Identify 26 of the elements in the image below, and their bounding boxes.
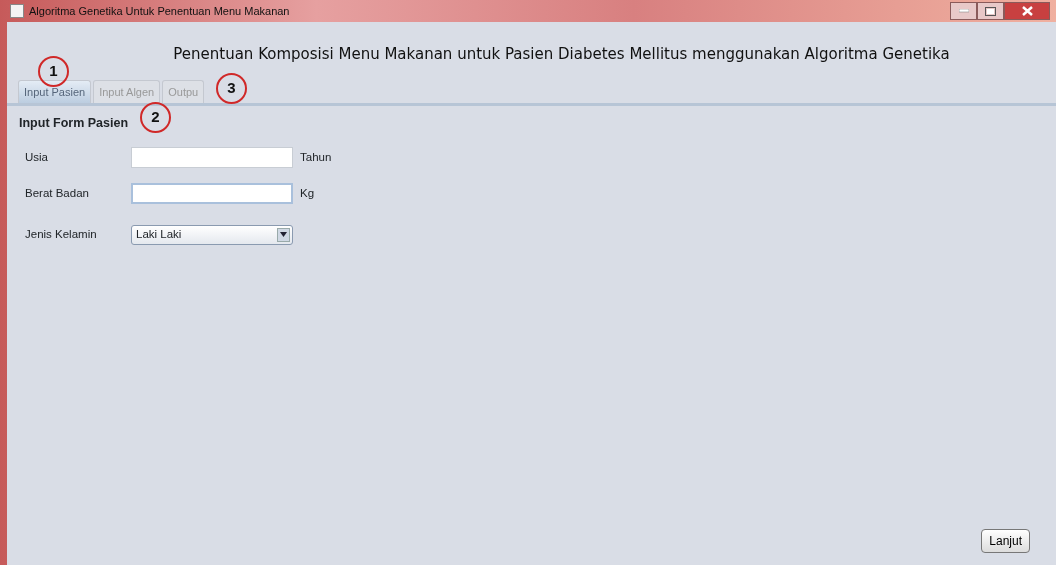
input-field[interactable] xyxy=(131,182,293,204)
close-button[interactable] xyxy=(1004,2,1050,20)
annotation-circle: 3 xyxy=(216,73,247,104)
unit-label: Kg xyxy=(300,185,315,201)
field-label: Jenis Kelamin xyxy=(25,227,98,243)
caret-icon xyxy=(277,227,290,242)
field-label: Berat Badan xyxy=(25,185,90,201)
input-field[interactable] xyxy=(131,146,293,168)
minimize-button[interactable] xyxy=(950,2,977,20)
next-button[interactable]: Lanjut xyxy=(981,529,1030,553)
window-title: Algoritma Genetika Untuk Penentuan Menu Makanan xyxy=(29,3,290,19)
dropdown[interactable]: Laki Laki xyxy=(131,224,293,245)
form-title: Input Form Pasien xyxy=(19,115,129,132)
maximize-button[interactable] xyxy=(977,2,1004,20)
annotation-circle: 2 xyxy=(140,102,171,133)
field-label: Usia xyxy=(25,149,49,165)
minimize-icon xyxy=(958,9,969,13)
tab[interactable]: Input Pasien xyxy=(18,79,92,103)
app-icon xyxy=(10,4,24,18)
maximize-icon xyxy=(985,6,996,16)
tab[interactable]: Outpu xyxy=(162,79,205,103)
annotation-circle: 1 xyxy=(38,56,69,87)
tab[interactable]: Input Algen xyxy=(93,79,161,103)
unit-label: Tahun xyxy=(300,149,332,165)
app-heading: Penentuan Komposisi Menu Makanan untuk Pasien Diabetes Mellitus menggunakan Algoritma Genetika xyxy=(172,44,951,65)
close-icon xyxy=(1021,6,1033,16)
